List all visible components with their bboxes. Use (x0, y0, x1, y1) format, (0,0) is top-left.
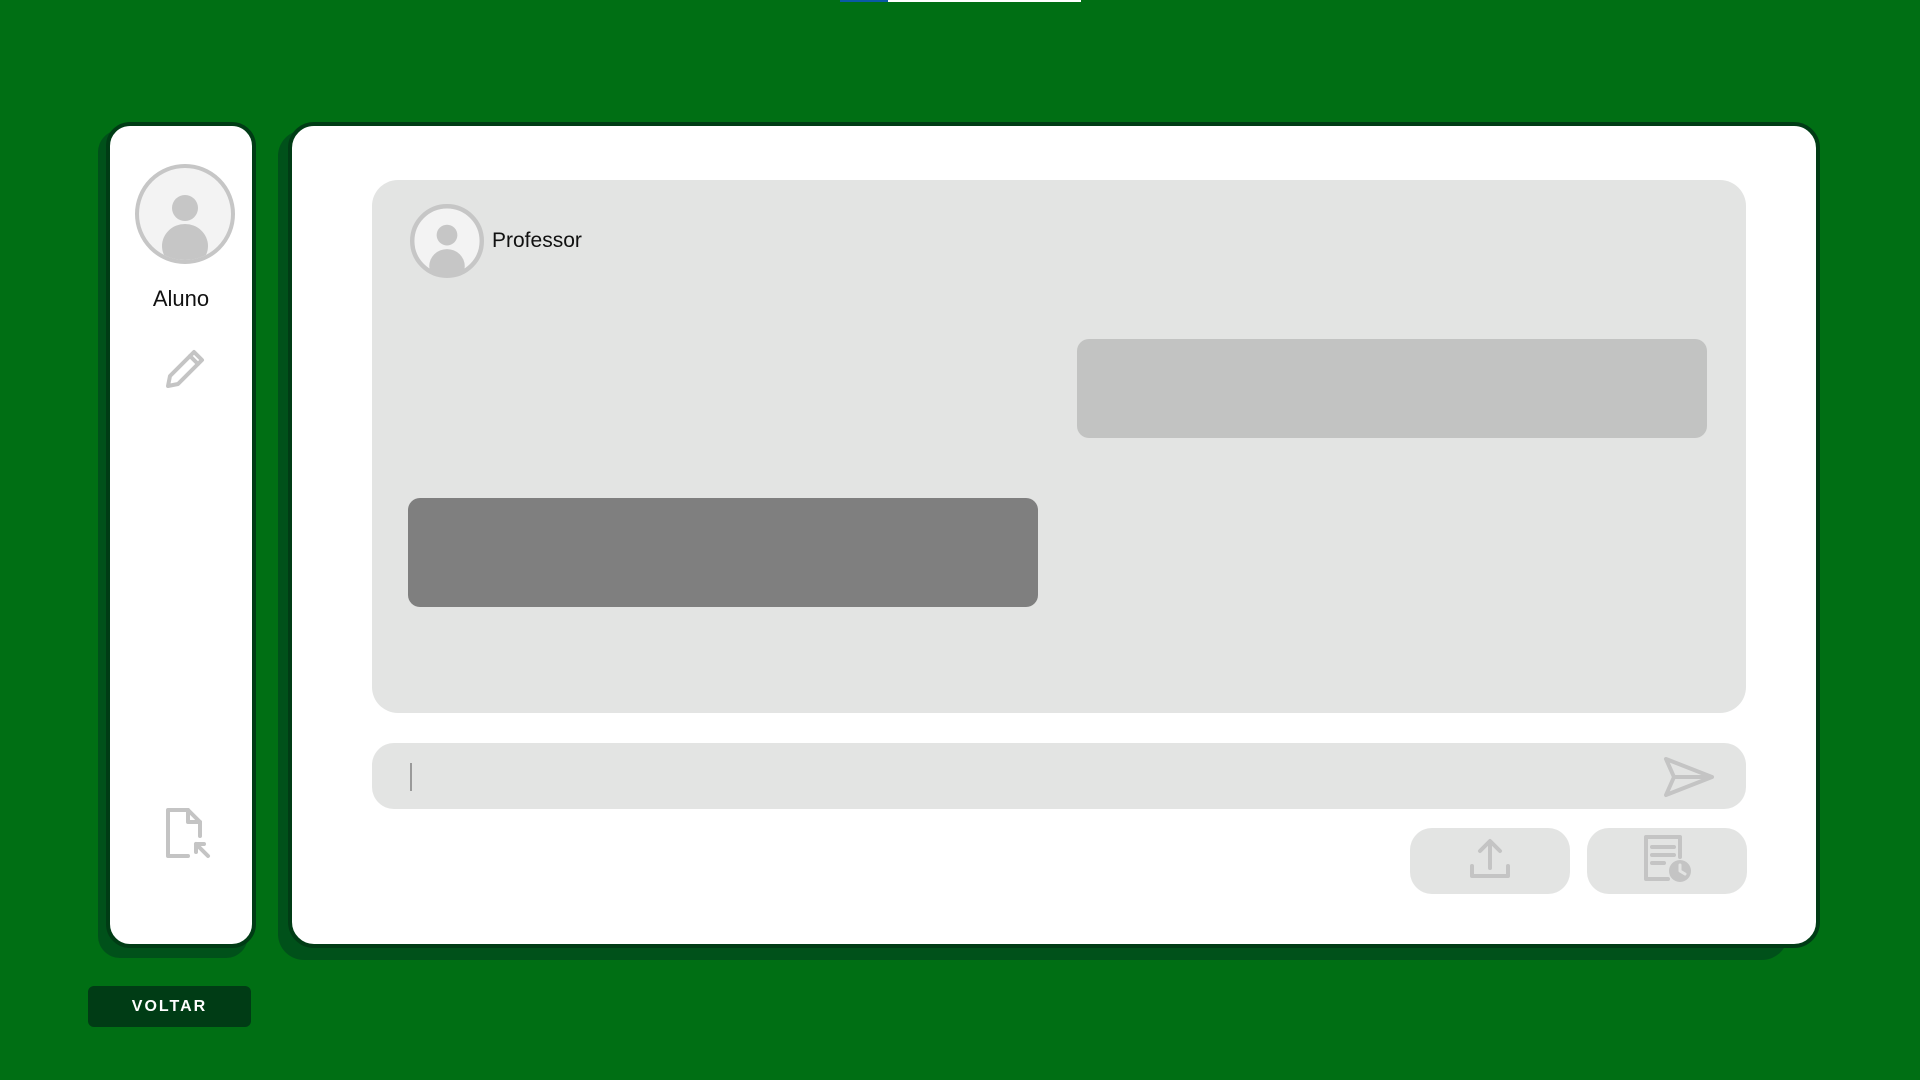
pencil-icon[interactable] (160, 344, 210, 394)
message-composer (372, 743, 1746, 809)
back-button[interactable]: VOLTAR (88, 986, 251, 1027)
chat-header: Professor (410, 204, 582, 278)
contact-avatar-icon (410, 204, 484, 278)
send-icon[interactable] (1662, 753, 1716, 801)
upload-icon (1468, 836, 1512, 887)
top-progress-indicator (840, 0, 1081, 2)
message-input[interactable] (408, 753, 1648, 799)
user-avatar-icon[interactable] (135, 164, 235, 264)
chat-messages-area[interactable]: Professor (372, 180, 1746, 713)
sidebar: Aluno (106, 122, 256, 948)
history-button[interactable] (1587, 828, 1747, 894)
chat-panel: Professor (288, 122, 1820, 948)
upload-button[interactable] (1410, 828, 1570, 894)
file-export-icon[interactable] (160, 806, 216, 862)
document-clock-icon (1642, 833, 1692, 890)
message-bubble-outgoing (408, 498, 1038, 607)
user-name: Aluno (152, 286, 210, 311)
contact-name: Professor (492, 229, 582, 252)
message-bubble-incoming (1077, 339, 1707, 438)
top-progress-fill (840, 0, 889, 2)
